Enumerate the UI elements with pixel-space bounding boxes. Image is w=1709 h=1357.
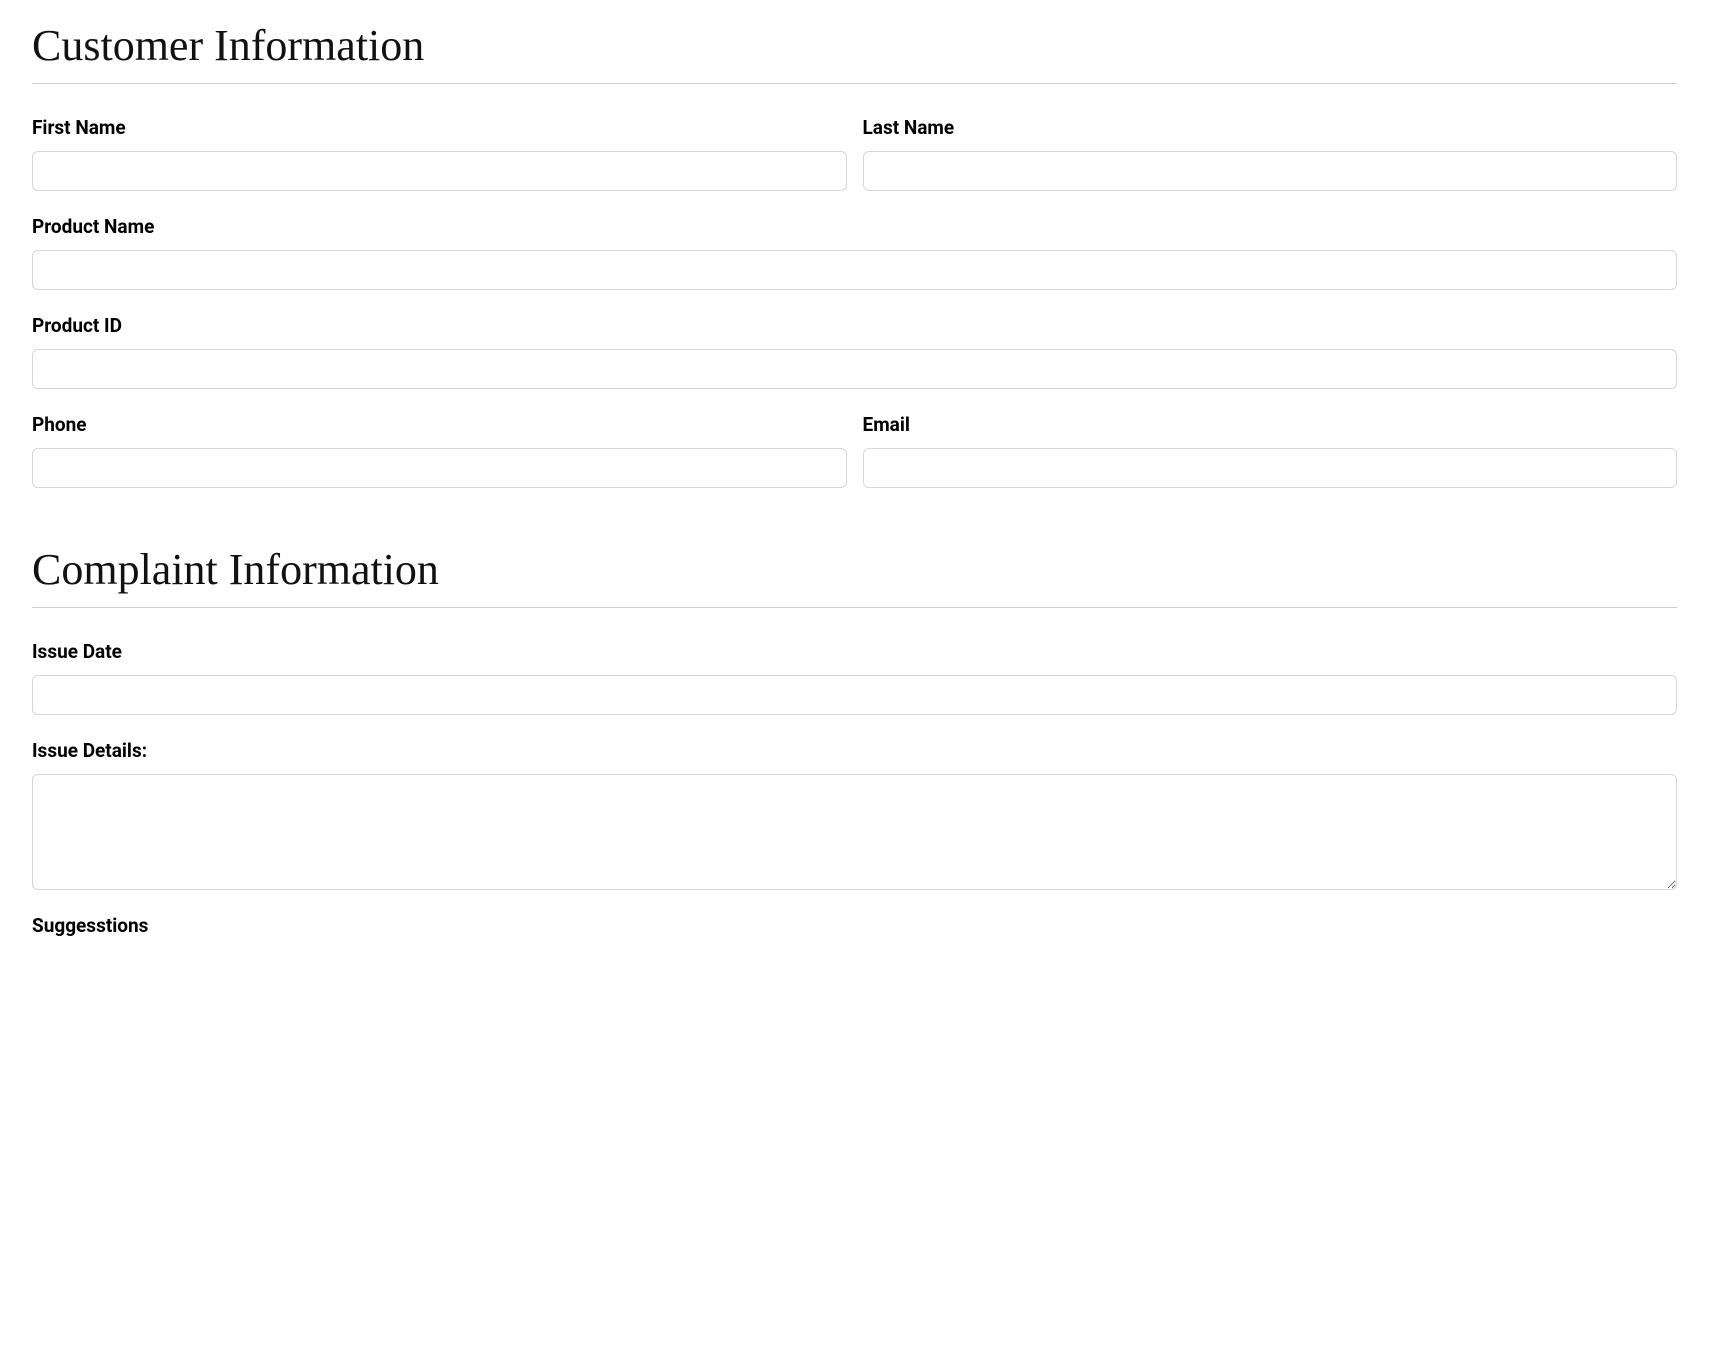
product-name-label: Product Name — [32, 215, 1677, 238]
email-field: Email — [863, 413, 1678, 488]
first-name-input[interactable] — [32, 151, 847, 191]
last-name-label: Last Name — [863, 116, 1678, 139]
last-name-input[interactable] — [863, 151, 1678, 191]
phone-field: Phone — [32, 413, 847, 488]
customer-information-section: Customer Information First Name Last Nam… — [32, 20, 1677, 488]
suggestions-label: Suggesstions — [32, 914, 1677, 937]
product-name-field: Product Name — [32, 215, 1677, 290]
email-label: Email — [863, 413, 1678, 436]
issue-date-label: Issue Date — [32, 640, 1677, 663]
phone-input[interactable] — [32, 448, 847, 488]
customer-information-title: Customer Information — [32, 20, 1677, 84]
complaint-information-title: Complaint Information — [32, 544, 1677, 608]
product-id-input[interactable] — [32, 349, 1677, 389]
name-row: First Name Last Name — [32, 116, 1677, 191]
first-name-label: First Name — [32, 116, 847, 139]
email-input[interactable] — [863, 448, 1678, 488]
issue-details-label: Issue Details: — [32, 739, 1677, 762]
product-name-input[interactable] — [32, 250, 1677, 290]
issue-date-field: Issue Date — [32, 640, 1677, 715]
contact-row: Phone Email — [32, 413, 1677, 488]
product-id-label: Product ID — [32, 314, 1677, 337]
first-name-field: First Name — [32, 116, 847, 191]
issue-details-input[interactable] — [32, 774, 1677, 890]
phone-label: Phone — [32, 413, 847, 436]
issue-date-input[interactable] — [32, 675, 1677, 715]
product-id-field: Product ID — [32, 314, 1677, 389]
issue-details-field: Issue Details: — [32, 739, 1677, 890]
last-name-field: Last Name — [863, 116, 1678, 191]
complaint-information-section: Complaint Information Issue Date Issue D… — [32, 544, 1677, 937]
